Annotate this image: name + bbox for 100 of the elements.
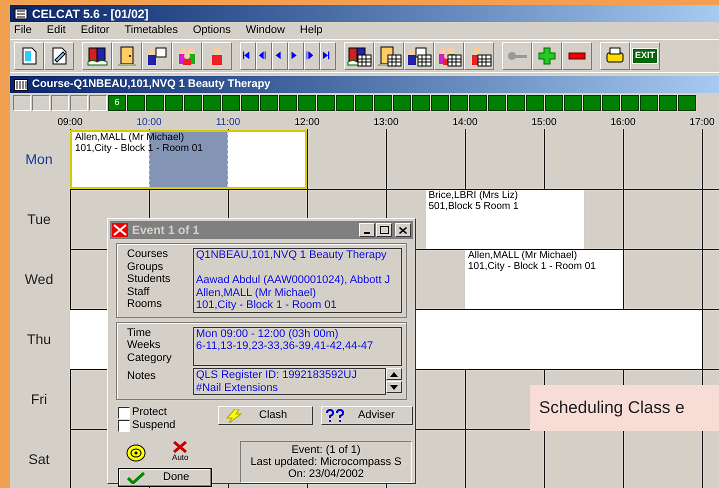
week-cell[interactable]: [659, 95, 677, 111]
toolbar-button[interactable]: [600, 42, 630, 70]
field-value: Allen,MALL (Mr Michael): [196, 286, 318, 299]
week-cell[interactable]: [564, 95, 582, 111]
toolbar-button[interactable]: [404, 42, 434, 70]
toolbar-button[interactable]: [272, 42, 288, 70]
week-cell[interactable]: [393, 95, 411, 111]
info-text: Last updated: Microcompass S: [249, 456, 403, 468]
time-label: 12:00: [294, 116, 320, 130]
week-cell[interactable]: [412, 95, 430, 111]
week-cell[interactable]: [298, 95, 316, 111]
menu-item[interactable]: Edit: [46, 22, 66, 39]
toolbar-button[interactable]: [434, 42, 464, 70]
toolbar-button[interactable]: [374, 42, 404, 70]
week-cell[interactable]: [260, 95, 278, 111]
week-cell[interactable]: [203, 95, 221, 111]
week-cell[interactable]: [146, 95, 164, 111]
menu-item[interactable]: Help: [300, 22, 323, 39]
event-block[interactable]: Allen,MALL (Mr Michael) 101,City - Block 1 - Room 01: [465, 250, 623, 309]
clash-button[interactable]: Clash: [218, 406, 313, 425]
toolbar-button[interactable]: [256, 42, 272, 70]
toolbar-button[interactable]: [532, 42, 562, 70]
day-label: Mon: [24, 150, 54, 169]
toolbar-button[interactable]: [14, 42, 44, 70]
event-block[interactable]: Brice,LBRI (Mrs Liz) 501,Block 5 Room 1: [426, 190, 584, 249]
maximize-button[interactable]: [376, 223, 392, 237]
book-grid-icon: [346, 45, 372, 67]
toolbar-button[interactable]: [344, 42, 374, 70]
week-cell[interactable]: [165, 95, 183, 111]
field-label: Rooms: [127, 298, 163, 310]
question-marks-icon: [326, 408, 344, 422]
week-cell[interactable]: [355, 95, 373, 111]
field-label: Category: [127, 352, 173, 364]
week-cell[interactable]: [336, 95, 354, 111]
up-arrow-icon: [390, 372, 398, 376]
toolbar-button[interactable]: [288, 42, 304, 70]
week-cell[interactable]: [241, 95, 259, 111]
menu-item[interactable]: Options: [192, 22, 231, 39]
adviser-button[interactable]: Adviser: [321, 406, 413, 425]
time-label: 16:00: [610, 116, 636, 130]
close-button[interactable]: [395, 223, 411, 237]
toolbar-button[interactable]: [142, 42, 172, 70]
day-label: Sat: [27, 450, 50, 469]
week-cell[interactable]: [70, 95, 88, 111]
week-cell[interactable]: [32, 95, 50, 111]
week-cell[interactable]: 6: [108, 95, 126, 111]
week-cell[interactable]: [621, 95, 639, 111]
week-cell[interactable]: [469, 95, 487, 111]
toolbar-button[interactable]: [44, 42, 74, 70]
toolbar-button[interactable]: [82, 42, 112, 70]
field-value: 6-11,13-19,23-33,36-39,41-42,44-47: [196, 340, 374, 352]
week-cell[interactable]: [13, 95, 31, 111]
week-cell[interactable]: [640, 95, 658, 111]
checkbox[interactable]: Suspend: [118, 419, 208, 432]
week-cell[interactable]: [222, 95, 240, 111]
toolbar-button[interactable]: [464, 42, 494, 70]
window-title: CELCAT 5.6 - [01/02]: [32, 6, 148, 22]
scroll-up-button[interactable]: [386, 368, 402, 380]
field-label: Weeks: [127, 339, 162, 352]
target-icon[interactable]: [126, 444, 146, 462]
scroll-down-button[interactable]: [386, 381, 402, 393]
auto-button[interactable]: Auto: [172, 440, 188, 462]
field-value: 101,City - Block 1 - Room 01: [196, 299, 338, 312]
toolbar-button[interactable]: [304, 42, 320, 70]
event-text: Allen,MALL (Mr Michael): [467, 250, 578, 261]
toolbar-button[interactable]: [320, 42, 336, 70]
door-grid-icon: [376, 45, 402, 67]
week-cell[interactable]: [526, 95, 544, 111]
checkbox[interactable]: Protect: [118, 406, 208, 419]
week-cell[interactable]: [583, 95, 601, 111]
minimize-button[interactable]: [359, 223, 375, 237]
toolbar-button[interactable]: [562, 42, 592, 70]
day-label: Wed: [24, 270, 54, 289]
week-cell[interactable]: [450, 95, 468, 111]
toolbar-button[interactable]: [240, 42, 256, 70]
week-cell[interactable]: [184, 95, 202, 111]
week-cell[interactable]: [89, 95, 107, 111]
week-cell[interactable]: [545, 95, 563, 111]
menu-item[interactable]: Window: [246, 22, 285, 39]
close-icon: [112, 223, 128, 237]
done-button[interactable]: Done: [118, 468, 212, 487]
week-cell[interactable]: [488, 95, 506, 111]
checkmark-icon: [127, 472, 145, 484]
people-grid-icon: [436, 45, 462, 67]
week-cell[interactable]: [374, 95, 392, 111]
week-cell[interactable]: [507, 95, 525, 111]
event-text: 101,City - Block 1 - Room 01: [467, 261, 597, 272]
exit-button[interactable]: EXIT: [630, 42, 660, 70]
toolbar-button[interactable]: [112, 42, 142, 70]
week-cell[interactable]: [602, 95, 620, 111]
week-cell[interactable]: [51, 95, 69, 111]
menu-item[interactable]: Editor: [80, 22, 110, 39]
week-cell[interactable]: [279, 95, 297, 111]
week-cell[interactable]: [317, 95, 335, 111]
menu-item[interactable]: Timetables: [124, 22, 178, 39]
week-cell[interactable]: [431, 95, 449, 111]
week-cell[interactable]: [678, 95, 696, 111]
week-cell[interactable]: [127, 95, 145, 111]
menu-item[interactable]: File: [14, 22, 32, 39]
down-arrow-icon: [390, 384, 398, 390]
